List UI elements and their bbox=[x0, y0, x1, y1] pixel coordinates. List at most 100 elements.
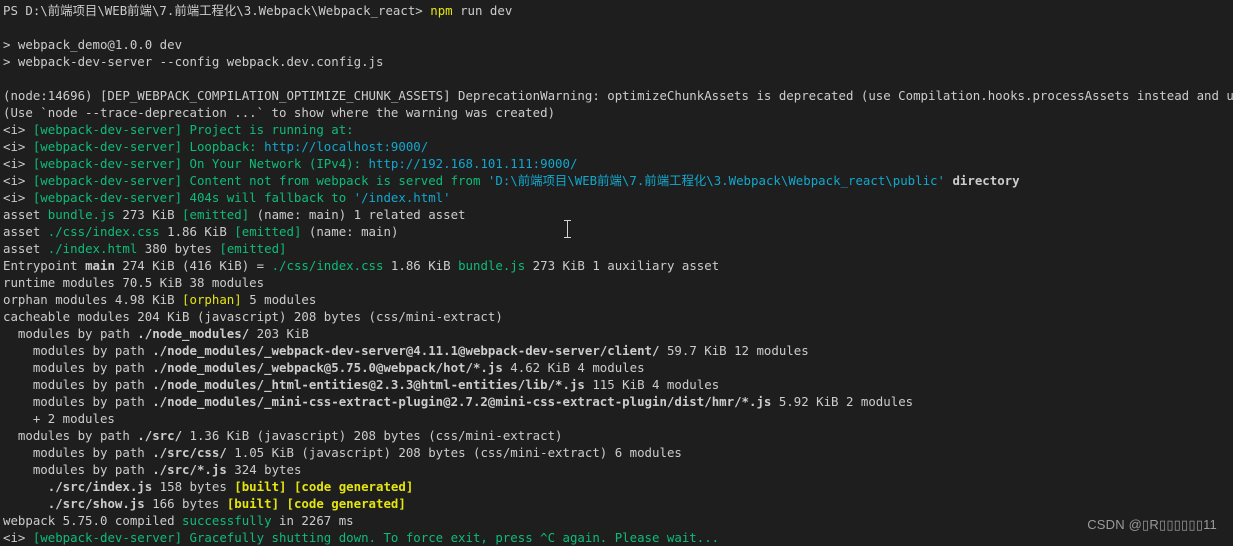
terminal-text: (name: main) bbox=[301, 224, 399, 239]
terminal-text: ./src/show.js bbox=[47, 496, 145, 511]
terminal-text: run dev bbox=[452, 3, 513, 18]
terminal-text: modules by path bbox=[3, 462, 153, 477]
watermark: CSDN @▯R▯▯▯▯▯▯11 bbox=[1087, 517, 1217, 532]
terminal-text: 380 bytes bbox=[137, 241, 220, 256]
terminal-text: modules by path bbox=[3, 326, 138, 341]
terminal-text: ./node_modules/_webpack-dev-server@4.11.… bbox=[152, 343, 660, 358]
terminal-line: orphan modules 4.98 KiB [orphan] 5 modul… bbox=[3, 291, 1233, 308]
terminal-line: > webpack-dev-server --config webpack.de… bbox=[3, 53, 1233, 70]
terminal-text: <i> bbox=[3, 156, 33, 171]
terminal-text: > webpack_demo@1.0.0 dev bbox=[3, 37, 183, 52]
terminal-text: 274 KiB (416 KiB) = bbox=[114, 258, 272, 273]
terminal-line: <i> [webpack-dev-server] Content not fro… bbox=[3, 172, 1233, 189]
terminal-text: npm bbox=[430, 3, 453, 18]
terminal-line: asset ./css/index.css 1.86 KiB [emitted]… bbox=[3, 223, 1233, 240]
terminal-text: ./node_modules/_html-entities@2.3.3@html… bbox=[152, 377, 585, 392]
terminal-text: [webpack-dev-server] Loopback: bbox=[32, 139, 265, 154]
terminal-text: modules by path bbox=[3, 360, 153, 375]
terminal-line: + 2 modules bbox=[3, 410, 1233, 427]
terminal-text: 59.7 KiB 12 modules bbox=[659, 343, 809, 358]
terminal-text: ./css/index.css bbox=[271, 258, 384, 273]
terminal-line: <i> [webpack-dev-server] 404s will fallb… bbox=[3, 189, 1233, 206]
terminal-text: Entrypoint bbox=[3, 258, 86, 273]
terminal-line: <i> [webpack-dev-server] On Your Network… bbox=[3, 155, 1233, 172]
terminal-text: 203 KiB bbox=[249, 326, 309, 341]
terminal-text: 273 KiB 1 auxiliary asset bbox=[525, 258, 720, 273]
terminal-line: modules by path ./node_modules/_webpack-… bbox=[3, 342, 1233, 359]
terminal-line: modules by path ./src/*.js 324 bytes bbox=[3, 461, 1233, 478]
terminal-line: asset bundle.js 273 KiB [emitted] (name:… bbox=[3, 206, 1233, 223]
terminal-text: modules by path bbox=[3, 428, 138, 443]
terminal-text: 1.05 KiB (javascript) 208 bytes (css/min… bbox=[226, 445, 682, 460]
terminal-text: [webpack-dev-server] On Your Network (IP… bbox=[32, 156, 369, 171]
terminal-line: <i> [webpack-dev-server] Gracefully shut… bbox=[3, 529, 1233, 546]
terminal-text: <i> bbox=[3, 173, 33, 188]
terminal-line: ./src/show.js 166 bytes [built] [code ge… bbox=[3, 495, 1233, 512]
terminal-line: modules by path ./node_modules/ 203 KiB bbox=[3, 325, 1233, 342]
terminal-line: ./src/index.js 158 bytes [built] [code g… bbox=[3, 478, 1233, 495]
terminal-text: ./node_modules/_webpack@5.75.0@webpack/h… bbox=[152, 360, 503, 375]
terminal-text: bundle.js bbox=[47, 207, 115, 222]
terminal-text: 158 bytes bbox=[152, 479, 235, 494]
terminal-text: [built] [code generated] bbox=[226, 496, 406, 511]
terminal-text: PS D:\前端项目\WEB前端\7.前端工程化\3.Webpack\Webpa… bbox=[3, 3, 431, 18]
terminal-text: ./node_modules/_mini-css-extract-plugin@… bbox=[152, 394, 772, 409]
terminal-text: [emitted] bbox=[182, 207, 250, 222]
terminal-text: ./src/ bbox=[137, 428, 183, 443]
terminal-text: (Use `node --trace-deprecation ...` to s… bbox=[3, 105, 556, 120]
terminal-text: + 2 modules bbox=[3, 411, 115, 426]
terminal-text: modules by path bbox=[3, 445, 153, 460]
terminal-text: <i> bbox=[3, 122, 33, 137]
terminal-text: ./src/*.js bbox=[152, 462, 227, 477]
text-cursor-icon bbox=[564, 220, 572, 238]
terminal-line: modules by path ./node_modules/_mini-css… bbox=[3, 393, 1233, 410]
terminal-text: asset bbox=[3, 207, 48, 222]
terminal-text: 166 bytes bbox=[144, 496, 227, 511]
terminal-text: bundle.js bbox=[458, 258, 526, 273]
terminal-text: cacheable modules 204 KiB (javascript) 2… bbox=[3, 309, 503, 324]
terminal-text: http://192.168.101.111:9000/ bbox=[368, 156, 578, 171]
terminal-text: main bbox=[85, 258, 115, 273]
terminal-text: 4.62 KiB 4 modules bbox=[502, 360, 645, 375]
terminal-text: modules by path bbox=[3, 377, 153, 392]
terminal-line: runtime modules 70.5 KiB 38 modules bbox=[3, 274, 1233, 291]
terminal-text: (node:14696) [DEP_WEBPACK_COMPILATION_OP… bbox=[3, 88, 1233, 103]
terminal-text: <i> bbox=[3, 190, 33, 205]
terminal-text: 324 bytes bbox=[226, 462, 302, 477]
terminal-text: ./index.html bbox=[47, 241, 138, 256]
terminal-text: asset bbox=[3, 224, 48, 239]
terminal-line: modules by path ./src/css/ 1.05 KiB (jav… bbox=[3, 444, 1233, 461]
terminal-text: 1.86 KiB bbox=[159, 224, 235, 239]
terminal-text: [orphan] bbox=[182, 292, 242, 307]
terminal-text: 273 KiB bbox=[114, 207, 183, 222]
terminal-text: '/index.html' bbox=[353, 190, 451, 205]
terminal-line: PS D:\前端项目\WEB前端\7.前端工程化\3.Webpack\Webpa… bbox=[3, 2, 1233, 19]
terminal-line: webpack 5.75.0 compiled successfully in … bbox=[3, 512, 1233, 529]
terminal-text: 1.86 KiB bbox=[383, 258, 459, 273]
terminal-text: modules by path bbox=[3, 343, 153, 358]
terminal-text: in 2267 ms bbox=[271, 513, 354, 528]
terminal-text: ./css/index.css bbox=[47, 224, 160, 239]
terminal-line: > webpack_demo@1.0.0 dev bbox=[3, 36, 1233, 53]
terminal-line: cacheable modules 204 KiB (javascript) 2… bbox=[3, 308, 1233, 325]
terminal-text: (name: main) 1 related asset bbox=[249, 207, 466, 222]
terminal-text: directory bbox=[944, 173, 1020, 188]
terminal-text: > webpack-dev-server --config webpack.de… bbox=[3, 54, 384, 69]
terminal-text: orphan modules 4.98 KiB bbox=[3, 292, 183, 307]
terminal-text: [emitted] bbox=[234, 224, 302, 239]
terminal-text: [emitted] bbox=[219, 241, 287, 256]
terminal-text: 'D:\前端项目\WEB前端\7.前端工程化\3.Webpack\Webpack… bbox=[487, 173, 945, 188]
terminal-text: modules by path bbox=[3, 394, 153, 409]
terminal-text: 5 modules bbox=[241, 292, 317, 307]
terminal-output[interactable]: PS D:\前端项目\WEB前端\7.前端工程化\3.Webpack\Webpa… bbox=[3, 2, 1233, 546]
terminal-text: successfully bbox=[182, 513, 272, 528]
terminal-line: <i> [webpack-dev-server] Project is runn… bbox=[3, 121, 1233, 138]
terminal-text: ./src/index.js bbox=[47, 479, 153, 494]
terminal-text: http://localhost:9000/ bbox=[264, 139, 429, 154]
terminal-text: [built] [code generated] bbox=[234, 479, 414, 494]
terminal-text: webpack 5.75.0 compiled bbox=[3, 513, 183, 528]
terminal-line: (Use `node --trace-deprecation ...` to s… bbox=[3, 104, 1233, 121]
